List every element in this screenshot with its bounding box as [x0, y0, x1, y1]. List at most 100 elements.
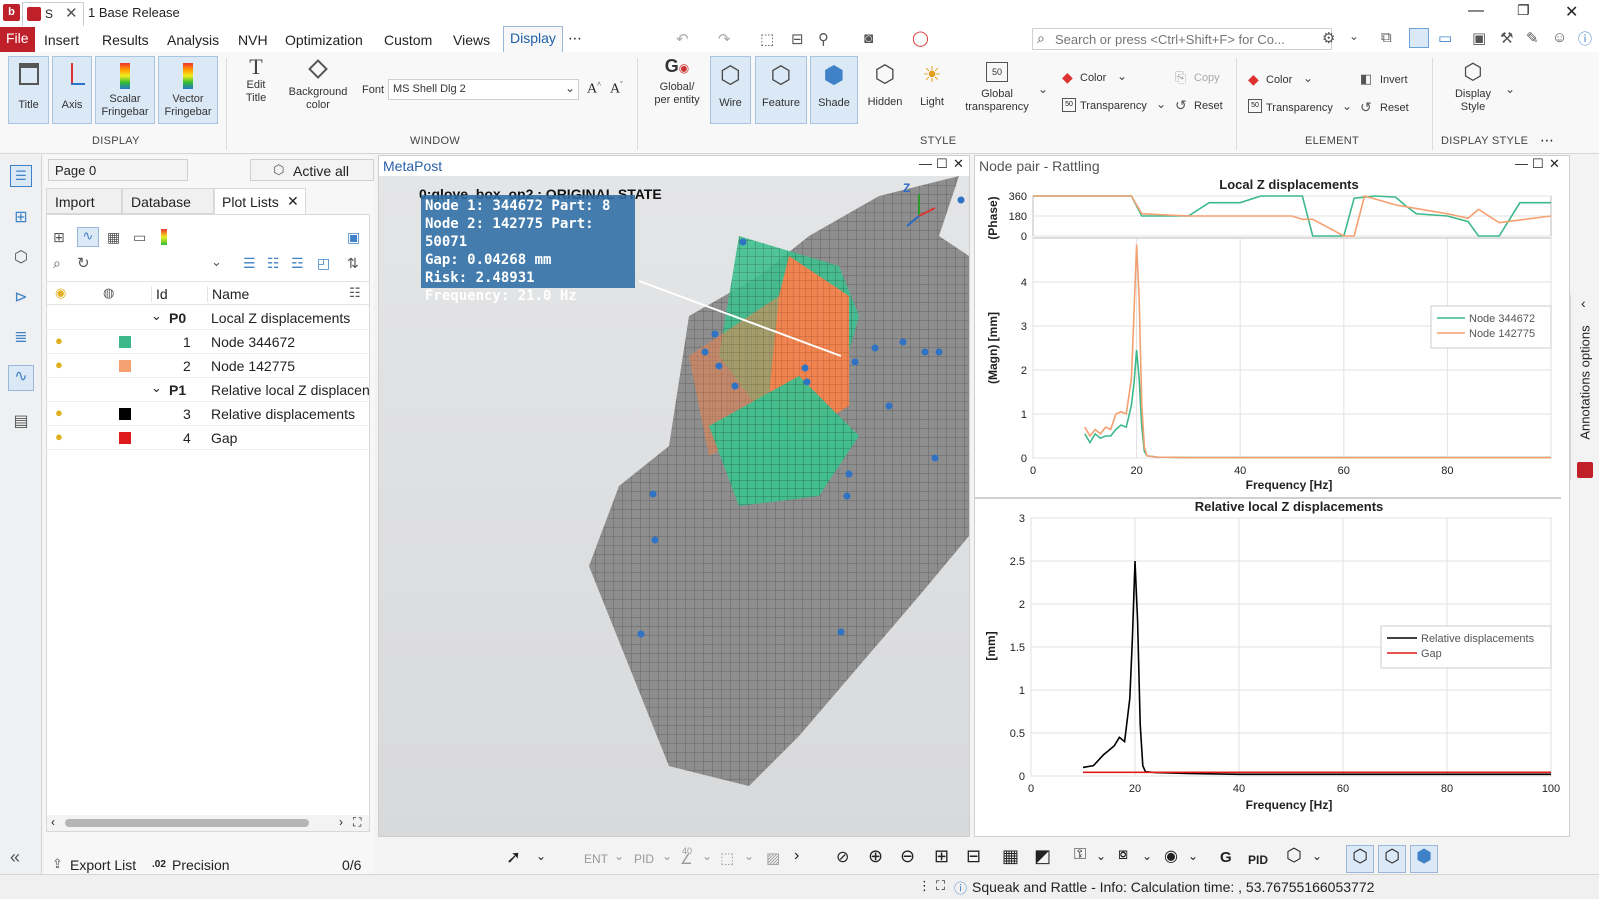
global-per-entity-button[interactable]: G◉ Global/ per entity	[648, 57, 706, 126]
chevron-down-icon[interactable]: ⌄	[1312, 849, 1322, 863]
menu-custom[interactable]: Custom	[378, 29, 438, 51]
list-icon[interactable]: ☰	[10, 165, 32, 187]
display-style-button[interactable]: ⬡ Display Style	[1448, 60, 1498, 126]
network-icon[interactable]: ⧇	[1118, 846, 1128, 864]
remove-node-icon[interactable]: ⊟	[966, 846, 981, 867]
add-node-icon[interactable]: ⊞	[934, 846, 949, 867]
tab-database[interactable]: Database	[122, 188, 214, 214]
wire-view-icon[interactable]: ⬡	[1346, 845, 1374, 873]
feature-view-icon[interactable]: ⬡	[1378, 845, 1406, 873]
close-tab-icon[interactable]: ✕	[65, 4, 78, 22]
scroll-right-icon[interactable]: ›	[339, 815, 343, 829]
font-select[interactable]: MS Shell Dlg 2 ⌄	[388, 79, 579, 100]
chevron-down-icon[interactable]: ⌄	[1505, 82, 1515, 96]
close-tab-icon[interactable]: ✕	[287, 193, 299, 210]
document-tab[interactable]: S ✕	[22, 2, 84, 26]
undo-icon[interactable]: ↶	[676, 30, 689, 48]
list-item[interactable]: ● 4 Gap	[47, 426, 369, 450]
visibility-bulb-icon[interactable]: ●	[55, 429, 63, 444]
chevron-down-icon[interactable]: ⌄	[1349, 29, 1359, 43]
element-transparency-button[interactable]: Transparency	[1266, 102, 1333, 114]
chevron-down-icon[interactable]: ⌄	[151, 380, 162, 396]
expand-icon[interactable]: ⛶	[353, 815, 361, 830]
grid-view-icon[interactable]: ⊞	[53, 229, 65, 246]
visibility-bulb-icon[interactable]: ●	[55, 357, 63, 372]
background-color-button[interactable]: Background color	[286, 59, 350, 124]
scalar-fringebar-button[interactable]: Scalar Fringebar	[95, 56, 155, 124]
annotations-side-tab[interactable]: ‹ Annotations options	[1570, 295, 1599, 480]
maximize-icon[interactable]: ☐	[1532, 156, 1544, 172]
menu-display[interactable]: Display	[503, 26, 563, 52]
box-select-icon[interactable]: ⬚	[720, 849, 734, 867]
tree-icon[interactable]: ⊞	[10, 207, 32, 229]
close-icon[interactable]: ✕	[1549, 156, 1560, 172]
settings-icon[interactable]: ⚙	[1322, 29, 1335, 47]
card-view-icon[interactable]: ▭	[133, 229, 146, 246]
series-color-swatch[interactable]	[119, 408, 131, 420]
drag-handle-icon[interactable]: ⋮	[918, 878, 931, 894]
close-icon[interactable]: ✕	[953, 156, 964, 172]
series-color-swatch[interactable]	[119, 336, 131, 348]
chevron-down-icon[interactable]: ⌄	[1142, 849, 1152, 863]
entity-icon[interactable]: ◉	[1164, 846, 1178, 866]
shade-view-icon[interactable]: ⬢	[1410, 845, 1438, 873]
help-icon[interactable]: ⓘ	[1578, 29, 1592, 49]
chevron-down-icon[interactable]: ⌄	[1303, 71, 1313, 85]
chevron-down-icon[interactable]: ⌄	[151, 308, 162, 324]
pin-icon[interactable]: ⚲	[818, 30, 829, 48]
layout-icon[interactable]: ⧉	[1381, 29, 1392, 46]
region-select-icon[interactable]: ▨	[766, 849, 780, 867]
fringe-view-icon[interactable]	[161, 229, 167, 245]
line-tool-icon[interactable]: ⊘	[836, 847, 849, 867]
chevron-down-icon[interactable]: ⌄	[614, 849, 624, 863]
parts-icon[interactable]: ⬡	[10, 247, 32, 269]
settings-list-icon[interactable]: ≣	[10, 327, 32, 349]
menu-file[interactable]: File	[0, 27, 35, 52]
list-light-icon[interactable]: ☷	[267, 255, 280, 272]
chevron-down-icon[interactable]: ⌄	[702, 849, 712, 863]
tab-import[interactable]: Import	[46, 188, 122, 214]
redo-icon[interactable]: ↷	[718, 30, 731, 48]
style-color-button[interactable]: Color	[1080, 72, 1106, 84]
list-plot-icon[interactable]: ◰	[317, 255, 330, 272]
edit-title-button[interactable]: T Edit Title	[236, 56, 276, 124]
name-column-header[interactable]: Name	[207, 286, 249, 302]
window-tile-icon[interactable]	[1409, 28, 1429, 48]
list-edit-icon[interactable]: ☲	[291, 255, 304, 272]
minimize-icon[interactable]: —	[1515, 156, 1528, 171]
list-item[interactable]: ● 2 Node 142775	[47, 354, 369, 378]
zoom-out-icon[interactable]: ⊖	[900, 846, 915, 867]
series-color-swatch[interactable]	[119, 432, 131, 444]
close-window-icon[interactable]: ✕	[1565, 2, 1578, 22]
horizontal-scrollbar[interactable]: ‹ › ⛶	[47, 815, 369, 831]
list-item[interactable]: ● 1 Node 344672	[47, 330, 369, 354]
visibility-bulb-icon[interactable]: ●	[55, 333, 63, 348]
tools-icon[interactable]: ⚒	[1500, 29, 1513, 47]
more-icon[interactable]: ⋯	[568, 30, 582, 47]
model-icon[interactable]: ⊳	[10, 287, 32, 309]
chevron-down-icon[interactable]: ⌄	[1038, 82, 1048, 96]
refresh-icon[interactable]: ↻	[77, 254, 90, 272]
chevron-down-icon[interactable]: ⌄	[536, 849, 546, 863]
style-transparency-button[interactable]: Transparency	[1080, 100, 1147, 112]
ruler-icon[interactable]: ⊟	[791, 30, 804, 48]
chevron-down-icon[interactable]: ⌄	[1188, 849, 1198, 863]
minimize-icon[interactable]: —	[1468, 2, 1484, 20]
ent-selector[interactable]: ENT	[584, 852, 608, 866]
page-select[interactable]: Page 0	[48, 159, 188, 181]
visibility-bulb-icon[interactable]: ●	[55, 405, 63, 420]
title-button[interactable]: Title	[8, 56, 49, 124]
chevron-right-icon[interactable]: ›	[794, 847, 799, 865]
table-view-icon[interactable]: ▦	[107, 229, 120, 246]
collapse-panel-icon[interactable]: «	[10, 847, 20, 868]
menu-results[interactable]: Results	[96, 29, 155, 51]
expand-icon[interactable]: ⛶	[936, 878, 945, 894]
precision-button[interactable]: Precision	[172, 857, 230, 873]
scrollbar-thumb[interactable]	[65, 819, 309, 827]
minimize-icon[interactable]: —	[919, 156, 932, 171]
global-icon[interactable]: G	[1220, 849, 1232, 866]
columns-icon[interactable]: ☷	[349, 285, 361, 301]
list-add-icon[interactable]: ☰	[243, 255, 256, 272]
menu-views[interactable]: Views	[447, 29, 496, 51]
lock-icon[interactable]: ⚿	[1074, 846, 1086, 864]
